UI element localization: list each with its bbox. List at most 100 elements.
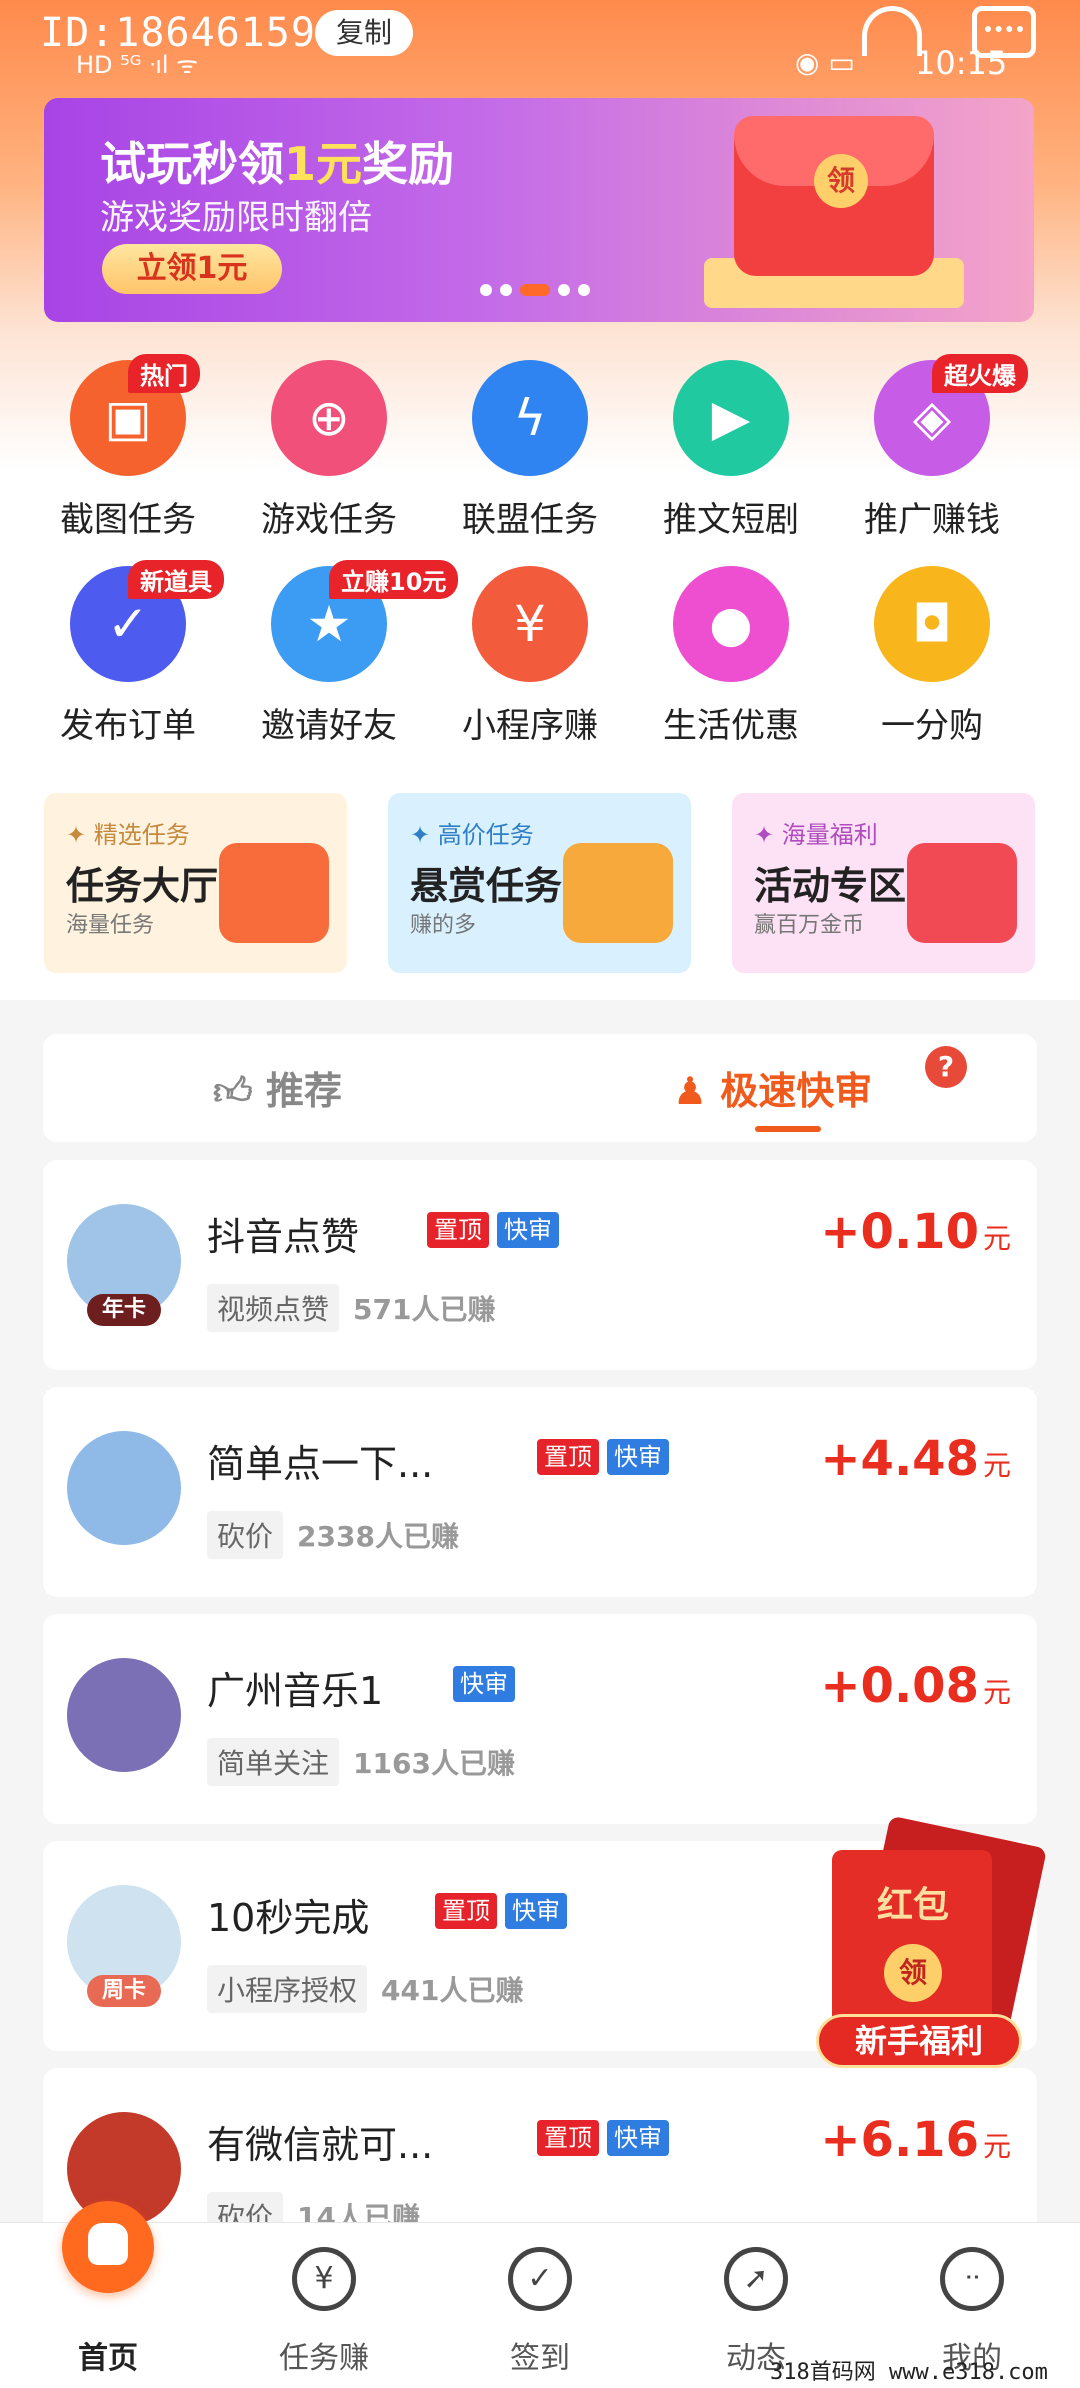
nav-item[interactable]: ✓ 签到 [432,2223,648,2388]
avatar-badge: 周卡 [87,1975,161,2007]
tag-icon: ✦ [410,821,438,849]
task-card[interactable]: 广州音乐1 快审 简单关注 1163人已赚 +0.08 元 [43,1614,1037,1824]
nav-item[interactable]: 首页 [0,2201,216,2388]
task-category: 砍价 [207,1511,284,1559]
hot-badge: 新道具 [128,560,224,599]
message-icon[interactable] [972,6,1036,58]
task-card[interactable]: 年卡 抖音点赞 置顶 快审 视频点赞 571人已赚 +0.10 元 [43,1160,1037,1370]
nav-label: 首页 [78,2341,138,2376]
task-title: 广州音乐1 [207,1669,384,1713]
card-title: 活动专区 [754,864,907,908]
grid-item[interactable]: ✓ 发布订单 新道具 [28,560,228,756]
task-title: 10秒完成 [207,1896,370,1940]
card-illustration [907,843,1017,943]
task-reward: +4.48 元 [820,1431,1011,1487]
task-chip: 快审 [607,2120,669,2156]
eye-battery-icon: ◉ ▭ [795,46,855,79]
thumbs-up-icon: 👍︎ [213,1069,266,1113]
grid-item-label: 推文短剧 [663,500,799,540]
tag-icon: ✦ [66,821,94,849]
grid-item[interactable]: ◘ 一分购 [832,566,1032,756]
card-subtitle: 赚的多 [410,913,477,938]
watermark: 318首码网 www.e318.com [770,2360,1048,2385]
headset-icon[interactable] [862,6,922,56]
card-title: 任务大厅 [66,864,219,908]
tab-recommend[interactable]: 👍︎ 推荐 [213,1060,342,1115]
task-chip: 置顶 [537,1439,599,1475]
grid-item[interactable]: ★ 邀请好友 立赚10元 [229,560,459,756]
grid-item[interactable]: ◈ 推广赚钱 超火爆 [832,354,1032,550]
feature-card[interactable]: ✦ 海量福利活动专区赢百万金币 [732,793,1035,973]
help-icon[interactable]: ? [925,1046,967,1088]
grid-item[interactable]: ▶ 推文短剧 [631,360,831,550]
drop-icon: ● [673,566,789,682]
task-meta: 视频点赞 571人已赚 [207,1284,495,1332]
signal-icons: HD ⁵ᴳ ᐧıl ᯤ [76,51,199,79]
task-chip: 置顶 [427,1212,489,1248]
banner-claim-button[interactable]: 立领1元 [102,244,282,294]
nav-label: 任务赚 [279,2341,369,2376]
card-illustration [219,843,329,943]
calendar-check-icon: ✓ [508,2247,572,2311]
task-category: 小程序授权 [207,1965,368,2013]
hot-badge: 热门 [128,354,200,393]
grid-item-label: 截图任务 [60,500,196,540]
smile-icon: ᐧᐧ [940,2247,1004,2311]
feature-card[interactable]: ✦ 高价任务悬赏任务赚的多 [388,793,691,973]
tab-fast-review[interactable]: ♟ 极速快审 [673,1060,872,1115]
nav-label: 签到 [510,2341,570,2376]
yuan-icon: ¥ [292,2247,356,2311]
task-chip: 置顶 [537,2120,599,2156]
task-avatar [67,1658,181,1772]
newbie-red-packet[interactable]: 红包 领 新手福利 [816,1815,1048,2070]
video-icon: ▶ [673,360,789,476]
grid-item[interactable]: ▣ 截图任务 热门 [28,354,228,550]
copy-id-button[interactable]: 复制 [315,10,413,56]
task-category: 简单关注 [207,1738,340,1786]
task-meta: 砍价 2338人已赚 [207,1511,459,1559]
stamp-icon: ♟ [673,1069,721,1113]
task-chip: 快审 [453,1666,515,1702]
carousel-dots [480,284,590,296]
carousel-dot[interactable] [578,284,590,296]
carousel-dot[interactable] [500,284,512,296]
promo-banner[interactable]: 试玩秒领1元奖励 游戏奖励限时翻倍 立领1元 领 [44,98,1034,322]
grid-item-label: 生活优惠 [663,706,799,746]
task-reward: +6.16 元 [820,2112,1011,2168]
status-bar: ID:18646159 复制 HD ⁵ᴳ ᐧıl ᯤ ◉ ▭ 10:15 [0,0,1080,90]
nav-item[interactable]: ¥ 任务赚 [216,2223,432,2388]
task-title: 简单点一下... [207,1442,434,1486]
grid-item-label: 游戏任务 [261,500,397,540]
task-title: 有微信就可... [207,2123,434,2167]
grid-item-label: 一分购 [881,706,983,746]
card-subtitle: 赢百万金币 [754,913,865,938]
banner-subtitle: 游戏奖励限时翻倍 [100,198,372,238]
task-tabs: 👍︎ 推荐 ♟ 极速快审 ? [43,1034,1037,1142]
task-chip: 快审 [607,1439,669,1475]
task-earned-count: 571人已赚 [353,1293,496,1326]
card-subtitle: 海量任务 [66,913,155,938]
compass-icon: ➚ [724,2247,788,2311]
grid-item[interactable]: ⊕ 游戏任务 [229,360,429,550]
carousel-dot[interactable] [558,284,570,296]
carousel-dot[interactable] [520,284,550,296]
grid-item-label: 推广赚钱 [864,500,1000,540]
banner-seal: 领 [814,154,868,208]
card-tag: ✦ 精选任务 [66,821,190,849]
task-category: 视频点赞 [207,1284,340,1332]
grid-item-label: 邀请好友 [261,706,397,746]
shopping-bag-icon: ◘ [874,566,990,682]
carousel-dot[interactable] [480,284,492,296]
grid-item[interactable]: ¥ 小程序赚 [430,566,630,756]
task-card[interactable]: 简单点一下... 置顶 快审砍价 2338人已赚 +4.48 元 [43,1387,1037,1597]
card-tag: ✦ 高价任务 [410,821,534,849]
grid-item[interactable]: ● 生活优惠 [631,566,831,756]
home-icon [62,2201,154,2293]
card-tag: ✦ 海量福利 [754,821,878,849]
grid-item[interactable]: ϟ 联盟任务 [430,360,630,550]
tag-icon: ✦ [754,821,782,849]
hot-badge: 超火爆 [932,354,1028,393]
yuan-coins-icon: ¥ [472,566,588,682]
feature-card[interactable]: ✦ 精选任务任务大厅海量任务 [44,793,347,973]
card-title: 悬赏任务 [410,864,563,908]
